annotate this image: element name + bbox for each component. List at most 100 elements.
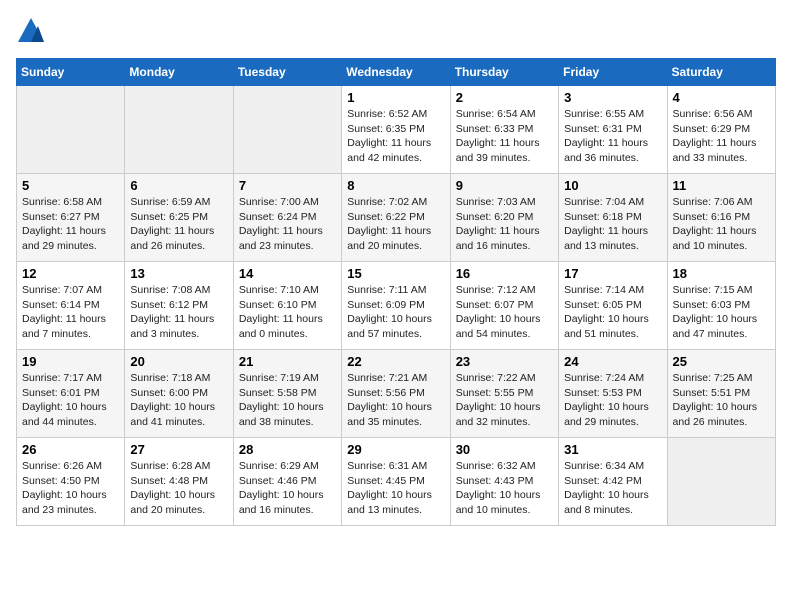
calendar-cell: 1Sunrise: 6:52 AM Sunset: 6:35 PM Daylig… [342,86,450,174]
day-info: Sunrise: 7:10 AM Sunset: 6:10 PM Dayligh… [239,283,336,342]
calendar-cell: 22 Sunrise: 7:21 AM Sunset: 5:56 PM Dayli… [342,350,450,438]
day-number: 27 [130,442,227,457]
day-info: Sunrise: 7:02 AM Sunset: 6:22 PM Dayligh… [347,195,444,254]
day-number: 12 [22,266,119,281]
day-info: Sunrise: 7:21 AM Sunset: 5:56 PM Dayligh… [347,371,444,430]
day-number: 30 [456,442,553,457]
calendar-cell: 31Sunrise: 6:34 AM Sunset: 4:42 PM Dayli… [559,438,667,526]
day-number: 26 [22,442,119,457]
day-info: Sunrise: 7:14 AM Sunset: 6:05 PM Dayligh… [564,283,661,342]
calendar-cell: 9 Sunrise: 7:03 AM Sunset: 6:20 PM Daylig… [450,174,558,262]
day-header-thursday: Thursday [450,59,558,86]
calendar-cell: 4Sunrise: 6:56 AM Sunset: 6:29 PM Daylig… [667,86,775,174]
day-info: Sunrise: 6:59 AM Sunset: 6:25 PM Dayligh… [130,195,227,254]
day-number: 1 [347,90,444,105]
day-number: 11 [673,178,770,193]
day-info: Sunrise: 6:31 AM Sunset: 4:45 PM Dayligh… [347,459,444,518]
day-number: 19 [22,354,119,369]
day-number: 14 [239,266,336,281]
calendar-cell: 27 Sunrise: 6:28 AM Sunset: 4:48 PM Dayli… [125,438,233,526]
day-number: 22 [347,354,444,369]
calendar-cell: 5 Sunrise: 6:58 AM Sunset: 6:27 PM Daylig… [17,174,125,262]
day-info: Sunrise: 6:28 AM Sunset: 4:48 PM Dayligh… [130,459,227,518]
day-header-wednesday: Wednesday [342,59,450,86]
day-info: Sunrise: 7:08 AM Sunset: 6:12 PM Dayligh… [130,283,227,342]
day-info: Sunrise: 7:24 AM Sunset: 5:53 PM Dayligh… [564,371,661,430]
calendar-cell [667,438,775,526]
day-header-friday: Friday [559,59,667,86]
calendar-cell: 19 Sunrise: 7:17 AM Sunset: 6:01 PM Dayli… [17,350,125,438]
calendar-cell: 11 Sunrise: 7:06 AM Sunset: 6:16 PM Dayli… [667,174,775,262]
calendar-cell: 30 Sunrise: 6:32 AM Sunset: 4:43 PM Dayli… [450,438,558,526]
day-number: 28 [239,442,336,457]
day-info: Sunrise: 6:29 AM Sunset: 4:46 PM Dayligh… [239,459,336,518]
calendar-cell: 16 Sunrise: 7:12 AM Sunset: 6:07 PM Dayli… [450,262,558,350]
day-info: Sunrise: 7:25 AM Sunset: 5:51 PM Dayligh… [673,371,770,430]
day-info: Sunrise: 7:03 AM Sunset: 6:20 PM Dayligh… [456,195,553,254]
day-info: Sunrise: 6:26 AM Sunset: 4:50 PM Dayligh… [22,459,119,518]
day-number: 15 [347,266,444,281]
day-info: Sunrise: 7:07 AM Sunset: 6:14 PM Dayligh… [22,283,119,342]
calendar-cell: 10 Sunrise: 7:04 AM Sunset: 6:18 PM Dayli… [559,174,667,262]
calendar-cell: 7 Sunrise: 7:00 AM Sunset: 6:24 PM Daylig… [233,174,341,262]
day-number: 20 [130,354,227,369]
logo [16,16,50,46]
calendar-cell: 3Sunrise: 6:55 AM Sunset: 6:31 PM Daylig… [559,86,667,174]
day-info: Sunrise: 7:17 AM Sunset: 6:01 PM Dayligh… [22,371,119,430]
day-header-saturday: Saturday [667,59,775,86]
calendar-table: SundayMondayTuesdayWednesdayThursdayFrid… [16,58,776,526]
day-info: Sunrise: 6:58 AM Sunset: 6:27 PM Dayligh… [22,195,119,254]
day-info: Sunrise: 7:12 AM Sunset: 6:07 PM Dayligh… [456,283,553,342]
week-row-4: 19 Sunrise: 7:17 AM Sunset: 6:01 PM Dayli… [17,350,776,438]
week-row-2: 5 Sunrise: 6:58 AM Sunset: 6:27 PM Daylig… [17,174,776,262]
day-info: Sunrise: 7:15 AM Sunset: 6:03 PM Dayligh… [673,283,770,342]
day-info: Sunrise: 6:54 AM Sunset: 6:33 PM Dayligh… [456,107,553,166]
calendar-cell: 17 Sunrise: 7:14 AM Sunset: 6:05 PM Dayli… [559,262,667,350]
day-number: 8 [347,178,444,193]
day-number: 16 [456,266,553,281]
day-number: 5 [22,178,119,193]
calendar-cell: 23 Sunrise: 7:22 AM Sunset: 5:55 PM Dayli… [450,350,558,438]
day-number: 6 [130,178,227,193]
day-number: 17 [564,266,661,281]
calendar-cell: 28 Sunrise: 6:29 AM Sunset: 4:46 PM Dayli… [233,438,341,526]
day-number: 23 [456,354,553,369]
day-info: Sunrise: 7:04 AM Sunset: 6:18 PM Dayligh… [564,195,661,254]
calendar-cell: 8 Sunrise: 7:02 AM Sunset: 6:22 PM Daylig… [342,174,450,262]
calendar-cell [233,86,341,174]
day-number: 24 [564,354,661,369]
calendar-cell: 21Sunrise: 7:19 AM Sunset: 5:58 PM Dayli… [233,350,341,438]
day-number: 10 [564,178,661,193]
day-number: 13 [130,266,227,281]
day-header-monday: Monday [125,59,233,86]
day-info: Sunrise: 6:32 AM Sunset: 4:43 PM Dayligh… [456,459,553,518]
week-row-5: 26 Sunrise: 6:26 AM Sunset: 4:50 PM Dayli… [17,438,776,526]
day-number: 29 [347,442,444,457]
calendar-cell [17,86,125,174]
day-info: Sunrise: 7:00 AM Sunset: 6:24 PM Dayligh… [239,195,336,254]
header-row: SundayMondayTuesdayWednesdayThursdayFrid… [17,59,776,86]
day-info: Sunrise: 6:55 AM Sunset: 6:31 PM Dayligh… [564,107,661,166]
calendar-cell: 12 Sunrise: 7:07 AM Sunset: 6:14 PM Dayli… [17,262,125,350]
day-number: 18 [673,266,770,281]
day-info: Sunrise: 7:06 AM Sunset: 6:16 PM Dayligh… [673,195,770,254]
calendar-cell: 13 Sunrise: 7:08 AM Sunset: 6:12 PM Dayli… [125,262,233,350]
day-number: 7 [239,178,336,193]
week-row-3: 12 Sunrise: 7:07 AM Sunset: 6:14 PM Dayli… [17,262,776,350]
week-row-1: 1Sunrise: 6:52 AM Sunset: 6:35 PM Daylig… [17,86,776,174]
day-number: 31 [564,442,661,457]
day-info: Sunrise: 7:22 AM Sunset: 5:55 PM Dayligh… [456,371,553,430]
calendar-cell: 29 Sunrise: 6:31 AM Sunset: 4:45 PM Dayli… [342,438,450,526]
day-number: 9 [456,178,553,193]
day-header-tuesday: Tuesday [233,59,341,86]
day-number: 25 [673,354,770,369]
page-header [16,16,776,46]
day-number: 21 [239,354,336,369]
day-number: 2 [456,90,553,105]
day-header-sunday: Sunday [17,59,125,86]
logo-icon [16,16,46,46]
calendar-cell: 18 Sunrise: 7:15 AM Sunset: 6:03 PM Dayli… [667,262,775,350]
calendar-cell [125,86,233,174]
calendar-cell: 15 Sunrise: 7:11 AM Sunset: 6:09 PM Dayli… [342,262,450,350]
day-info: Sunrise: 7:11 AM Sunset: 6:09 PM Dayligh… [347,283,444,342]
